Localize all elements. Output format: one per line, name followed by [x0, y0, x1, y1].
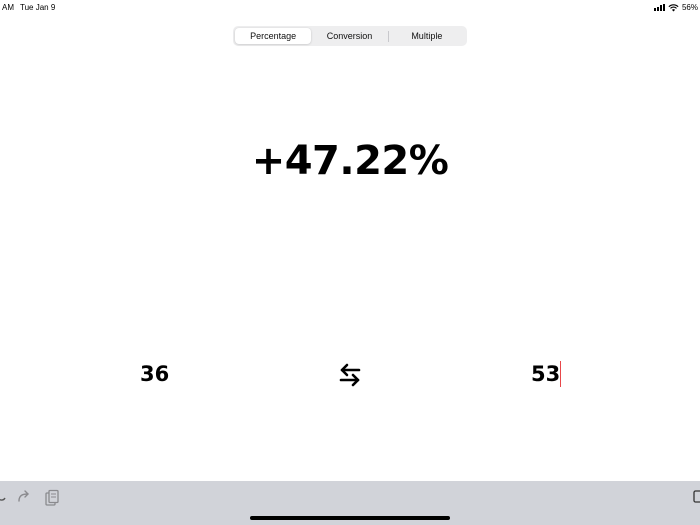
status-indicators: 56% — [653, 3, 698, 12]
text-caret — [560, 361, 561, 387]
redo-icon[interactable] — [17, 489, 31, 505]
swap-button[interactable] — [337, 361, 363, 389]
tab-conversion[interactable]: Conversion — [311, 28, 387, 44]
status-bar: AM Tue Jan 9 56% — [0, 0, 700, 16]
tab-percentage[interactable]: Percentage — [235, 28, 312, 44]
from-value-input[interactable]: 36 — [140, 362, 169, 386]
percentage-result: +47.22% — [251, 138, 449, 184]
mode-segmented-control: Percentage Conversion Multiple — [233, 26, 467, 46]
home-indicator[interactable] — [250, 516, 450, 520]
status-time: AM — [2, 3, 14, 12]
clipboard-icon[interactable] — [44, 489, 60, 507]
status-date: Tue Jan 9 — [20, 3, 56, 12]
cellular-signal-icon — [653, 4, 665, 11]
swap-arrows-icon — [339, 363, 361, 387]
to-value-input[interactable]: 53 — [531, 362, 560, 386]
tab-multiple[interactable]: Multiple — [389, 28, 465, 44]
battery-percentage: 56% — [681, 3, 698, 12]
keyboard-icon[interactable] — [693, 489, 700, 505]
wifi-icon — [668, 3, 679, 12]
undo-icon[interactable] — [0, 489, 6, 505]
